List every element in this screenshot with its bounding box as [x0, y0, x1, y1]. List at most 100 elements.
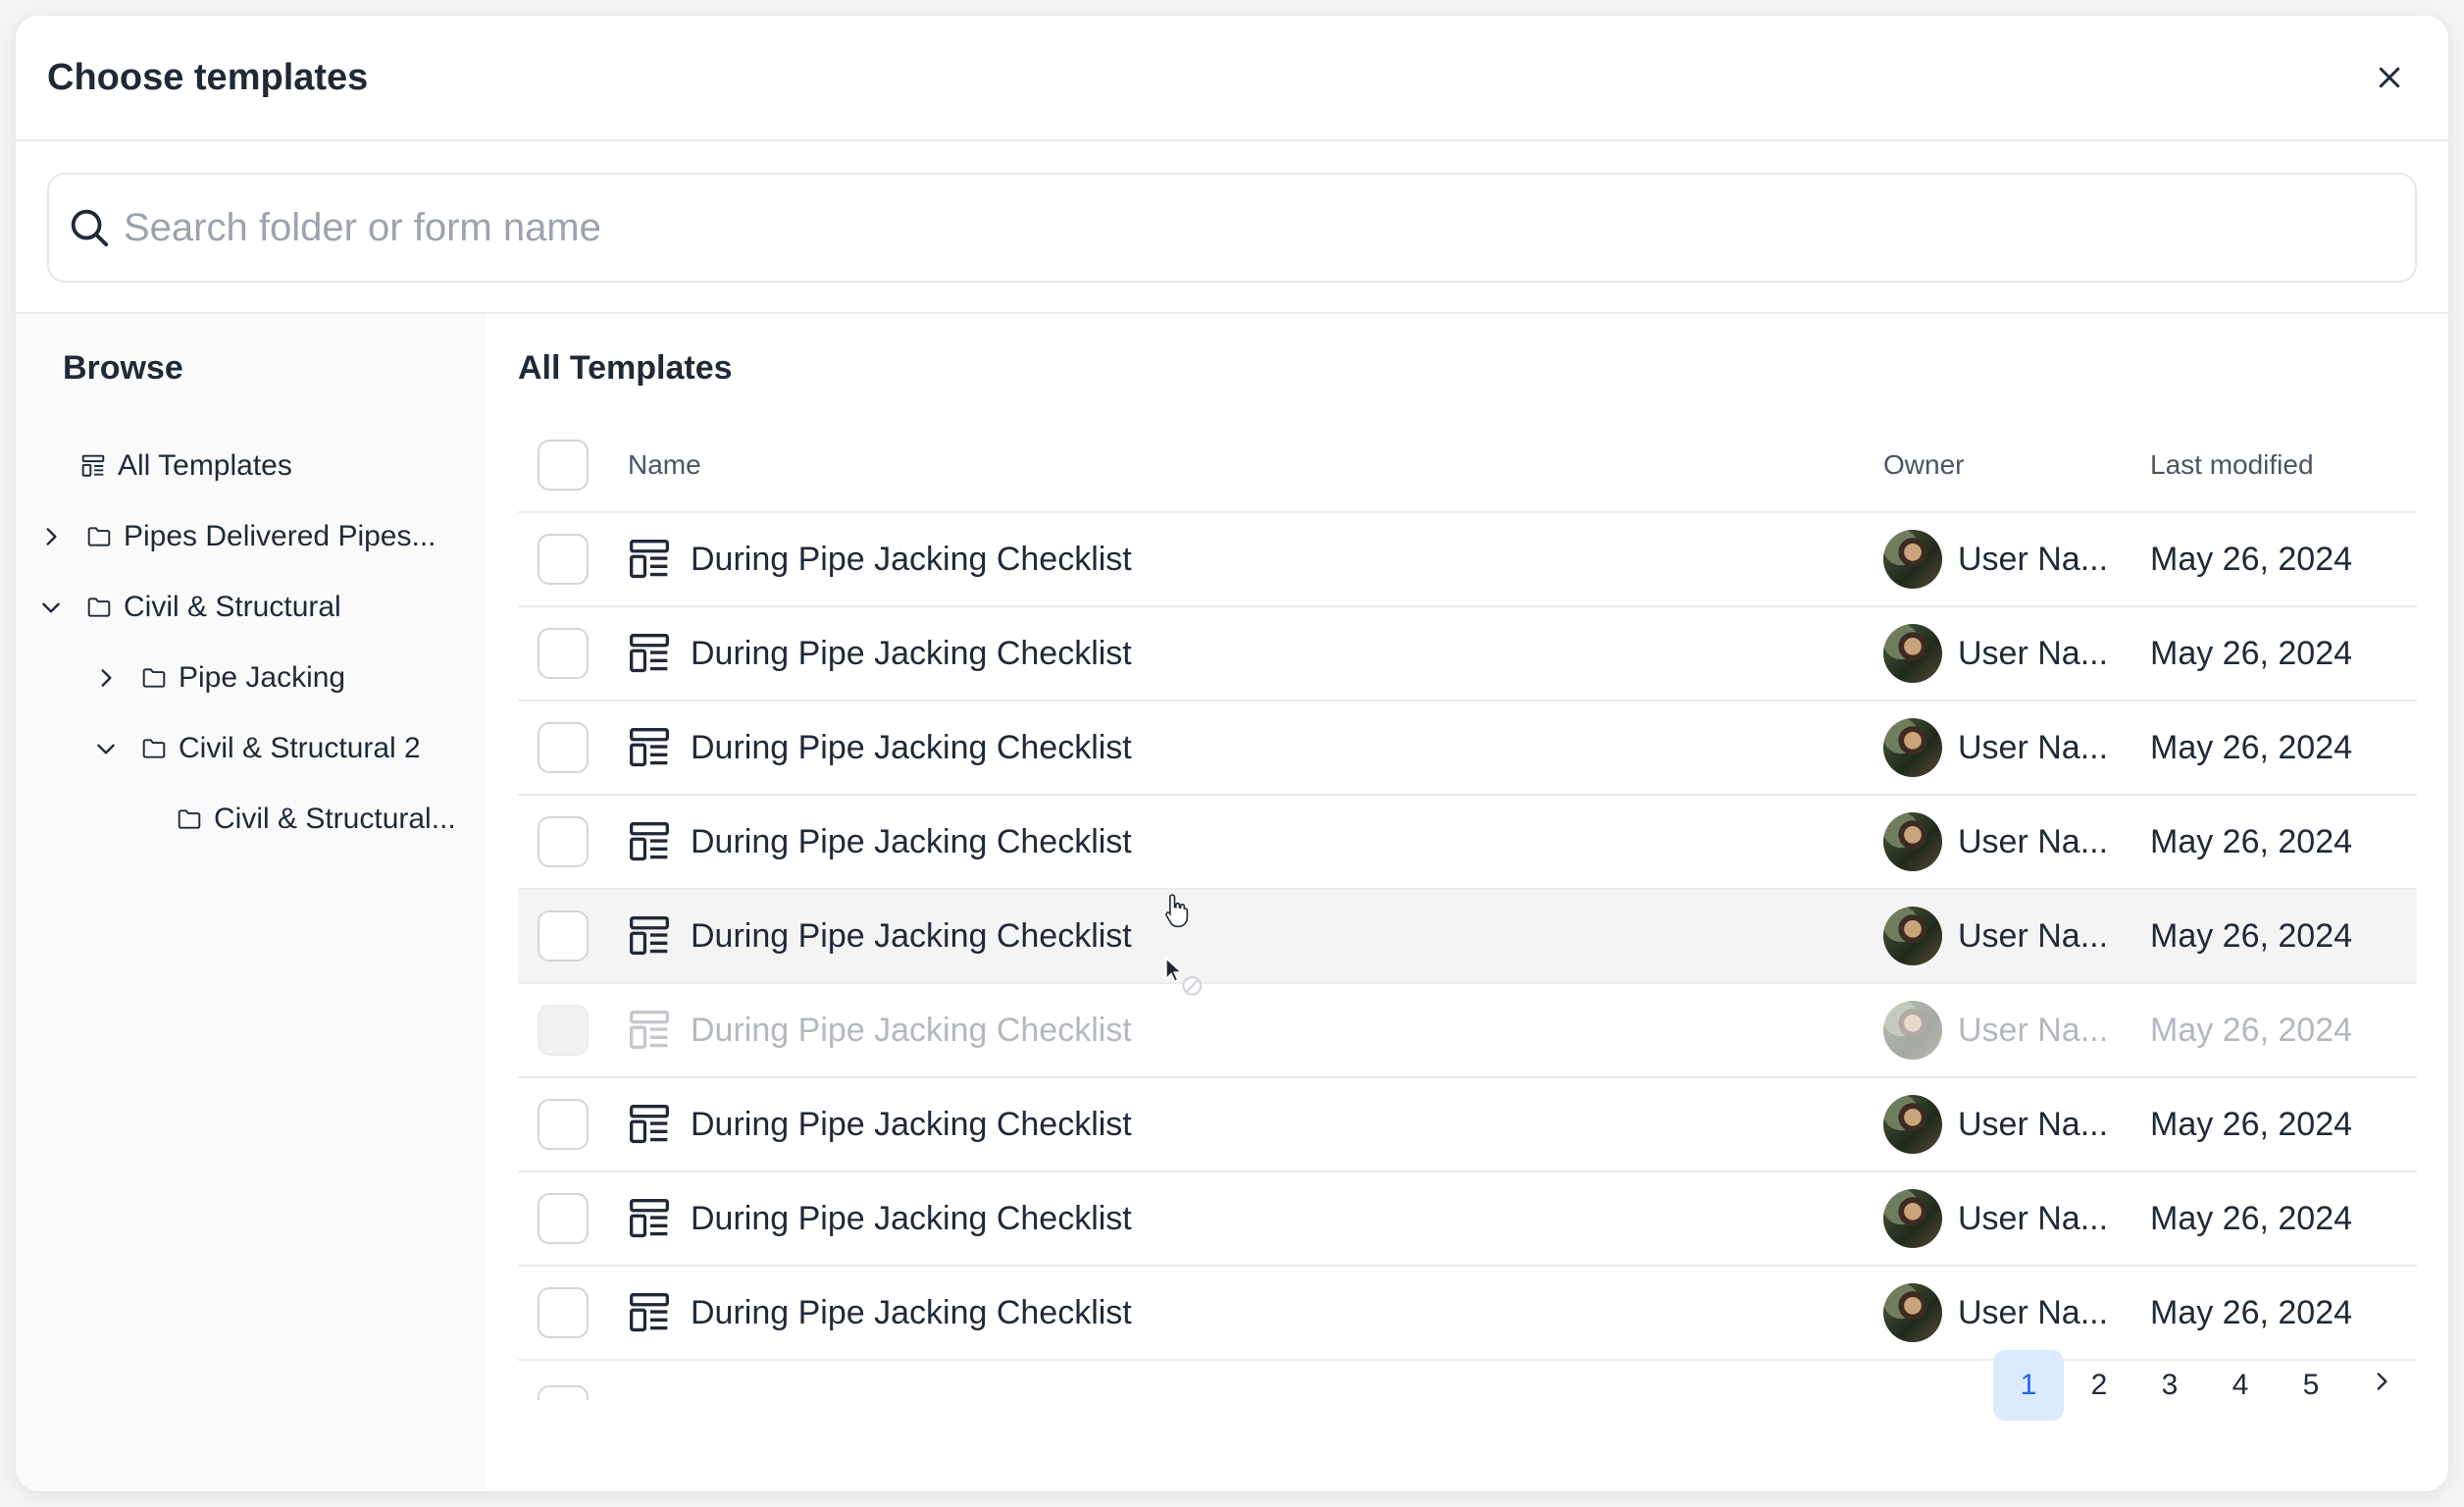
sidebar-item-label: Civil & Structural...	[214, 803, 456, 835]
table-row[interactable]: During Pipe Jacking Checklist User Na... M…	[518, 1267, 2417, 1361]
templates-table: Name Owner Last modified During Pipe Jac…	[518, 419, 2417, 1400]
close-button[interactable]	[2362, 50, 2417, 105]
row-checkbox[interactable]	[538, 1287, 589, 1338]
chevron-right-icon[interactable]	[31, 517, 71, 556]
page-2-button[interactable]: 2	[2064, 1350, 2134, 1421]
avatar	[1883, 1001, 1942, 1060]
avatar	[1883, 624, 1942, 683]
avatar	[1883, 1095, 1942, 1154]
template-name: During Pipe Jacking Checklist	[691, 1105, 1132, 1143]
template-name: During Pipe Jacking Checklist	[691, 634, 1132, 672]
form-template-icon	[628, 1103, 671, 1146]
template-name: During Pipe Jacking Checklist	[691, 822, 1132, 860]
sidebar-item-2[interactable]: Civil & Structural	[16, 572, 487, 643]
table-row[interactable]: During Pipe Jacking Checklist User Na... M…	[518, 702, 2417, 796]
page-4-button[interactable]: 4	[2205, 1350, 2276, 1421]
row-checkbox	[538, 1005, 589, 1056]
folder-icon	[139, 734, 169, 763]
form-template-icon	[628, 1197, 671, 1240]
last-modified: May 26, 2024	[2150, 1105, 2353, 1143]
avatar	[1883, 718, 1942, 777]
last-modified: May 26, 2024	[2150, 1293, 2353, 1331]
pagination: 12345	[1993, 1350, 2417, 1421]
select-all-checkbox[interactable]	[538, 440, 589, 491]
row-checkbox[interactable]	[538, 1193, 589, 1244]
sidebar-item-label: Civil & Structural 2	[179, 732, 421, 764]
column-last-modified[interactable]: Last modified	[2150, 449, 2417, 481]
row-checkbox[interactable]	[538, 722, 589, 773]
folder-icon	[84, 593, 114, 622]
owner-name: User Na...	[1958, 822, 2109, 860]
row-checkbox[interactable]	[538, 816, 589, 867]
template-name: During Pipe Jacking Checklist	[691, 1199, 1132, 1237]
owner-name: User Na...	[1958, 634, 2109, 672]
chevron-down-icon[interactable]	[31, 588, 71, 627]
table-row[interactable]: During Pipe Jacking Checklist User Na... M…	[518, 1078, 2417, 1172]
page-5-button[interactable]: 5	[2276, 1350, 2346, 1421]
search-input[interactable]	[124, 205, 2397, 250]
table-row[interactable]: During Pipe Jacking Checklist User Na... M…	[518, 607, 2417, 702]
table-header: Name Owner Last modified	[518, 419, 2417, 513]
panel-title: All Templates	[518, 349, 733, 387]
sidebar-title: Browse	[63, 349, 183, 387]
search-box[interactable]	[47, 173, 2417, 283]
sidebar-item-5[interactable]: Civil & Structural...	[16, 784, 487, 855]
hand-pointer-cursor	[1165, 894, 1189, 928]
row-checkbox[interactable]	[538, 628, 589, 679]
form-template-icon	[628, 914, 671, 958]
not-allowed-cursor	[1165, 957, 1203, 996]
template-name: During Pipe Jacking Checklist	[691, 1011, 1132, 1049]
search-area	[16, 141, 2448, 314]
row-checkbox[interactable]	[538, 1385, 589, 1400]
form-template-icon	[628, 726, 671, 769]
next-page-button[interactable]	[2346, 1350, 2417, 1421]
folder-tree: All Templates Pipes Delivered Pipes... Civ…	[16, 431, 487, 855]
modal-title: Choose templates	[47, 56, 369, 98]
row-checkbox[interactable]	[538, 910, 589, 961]
form-template-icon	[628, 1009, 671, 1052]
sidebar-item-4[interactable]: Civil & Structural 2	[16, 713, 487, 784]
page-1-button[interactable]: 1	[1993, 1350, 2064, 1421]
row-checkbox[interactable]	[538, 534, 589, 585]
page-3-button[interactable]: 3	[2134, 1350, 2205, 1421]
form-template-icon	[628, 1291, 671, 1334]
chevron-down-icon[interactable]	[86, 729, 126, 768]
choose-templates-modal: Choose templates Browse All Templates Pip…	[16, 16, 2448, 1491]
table-row[interactable]: During Pipe Jacking Checklist User Na... M…	[518, 796, 2417, 890]
last-modified: May 26, 2024	[2150, 728, 2353, 766]
avatar	[1883, 812, 1942, 871]
form-template-icon	[628, 538, 671, 581]
owner-name: User Na...	[1958, 1011, 2109, 1049]
sidebar-item-label: Civil & Structural	[124, 591, 341, 623]
table-row[interactable]: During Pipe Jacking Checklist User Na... M…	[518, 890, 2417, 984]
column-owner[interactable]: Owner	[1883, 449, 2150, 481]
last-modified: May 26, 2024	[2150, 916, 2353, 955]
table-row: During Pipe Jacking Checklist User Na... M…	[518, 984, 2417, 1078]
template-name: During Pipe Jacking Checklist	[691, 540, 1132, 578]
table-body: During Pipe Jacking Checklist User Na... M…	[518, 513, 2417, 1361]
form-template-icon	[628, 632, 671, 675]
sidebar-item-0[interactable]: All Templates	[16, 431, 487, 501]
sidebar-item-3[interactable]: Pipe Jacking	[16, 643, 487, 713]
last-modified: May 26, 2024	[2150, 634, 2353, 672]
table-row[interactable]: During Pipe Jacking Checklist User Na... M…	[518, 513, 2417, 607]
chevron-right-icon	[2369, 1369, 2394, 1402]
sidebar-item-label: Pipe Jacking	[179, 661, 346, 694]
row-checkbox[interactable]	[538, 1099, 589, 1150]
owner-name: User Na...	[1958, 1293, 2109, 1331]
chevron-right-icon[interactable]	[86, 658, 126, 698]
column-name[interactable]: Name	[628, 449, 1883, 481]
avatar	[1883, 530, 1942, 589]
owner-name: User Na...	[1958, 728, 2109, 766]
folder-icon	[84, 522, 114, 551]
sidebar-item-1[interactable]: Pipes Delivered Pipes...	[16, 501, 487, 572]
templates-panel: All Templates Name Owner Last modified D…	[487, 314, 2448, 1491]
last-modified: May 26, 2024	[2150, 540, 2353, 578]
owner-name: User Na...	[1958, 540, 2109, 578]
table-row[interactable]: During Pipe Jacking Checklist User Na... M…	[518, 1172, 2417, 1267]
modal-body: Browse All Templates Pipes Delivered Pipe…	[16, 314, 2448, 1491]
template-icon	[78, 451, 108, 481]
template-name: During Pipe Jacking Checklist	[691, 728, 1132, 766]
folder-icon	[139, 663, 169, 693]
form-template-icon	[628, 820, 671, 863]
